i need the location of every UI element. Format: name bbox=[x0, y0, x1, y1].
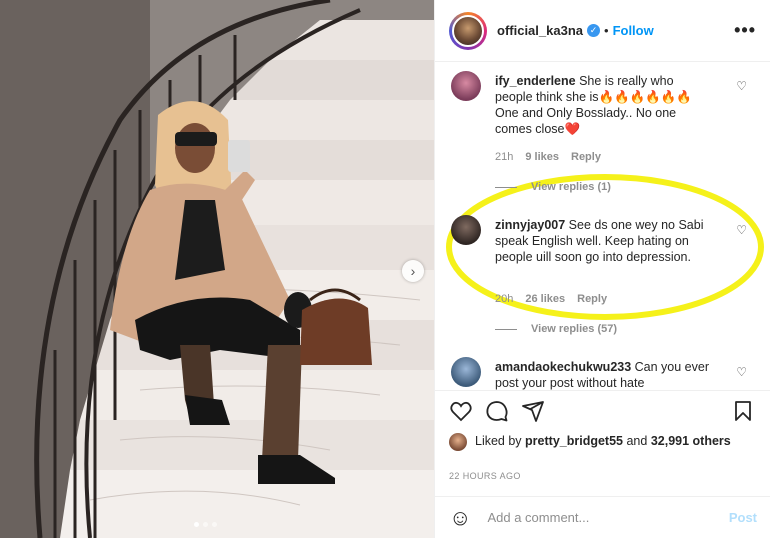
smile-icon[interactable]: ☺ bbox=[449, 505, 471, 531]
post-photo: › bbox=[0, 0, 434, 538]
author-avatar[interactable] bbox=[449, 11, 487, 50]
action-bar bbox=[435, 390, 770, 434]
add-comment-bar: ☺ Post bbox=[435, 496, 770, 538]
comment-item: ify_enderlene She is really who people t… bbox=[451, 71, 751, 201]
comment-likes[interactable]: 26 likes bbox=[525, 293, 565, 305]
liked-by-user[interactable]: pretty_bridget55 bbox=[525, 434, 623, 448]
comment-icon[interactable] bbox=[485, 399, 509, 423]
liked-and: and bbox=[626, 434, 648, 448]
liked-by-prefix: Liked by bbox=[475, 434, 522, 448]
carousel-dot bbox=[212, 522, 217, 527]
heart-icon[interactable]: ♡ bbox=[736, 365, 747, 379]
carousel-dot bbox=[203, 522, 208, 527]
author-username[interactable]: official_ka3na bbox=[497, 23, 583, 38]
verified-icon: ✓ bbox=[587, 24, 600, 37]
liker-avatar[interactable] bbox=[449, 433, 467, 451]
header-separator: • bbox=[604, 23, 609, 38]
bookmark-icon[interactable] bbox=[731, 399, 755, 423]
follow-button[interactable]: Follow bbox=[613, 23, 654, 38]
heart-icon[interactable]: ♡ bbox=[736, 223, 747, 237]
post-timestamp[interactable]: 22 HOURS AGO bbox=[449, 471, 521, 481]
view-replies-button[interactable]: View replies (57) bbox=[495, 323, 617, 335]
photo-illustration bbox=[0, 0, 434, 538]
carousel-dots bbox=[194, 522, 217, 527]
comment-input[interactable] bbox=[487, 510, 688, 525]
reply-button[interactable]: Reply bbox=[571, 151, 601, 163]
carousel-dot bbox=[194, 522, 199, 527]
comment-meta: 20h 26 likes Reply bbox=[495, 293, 607, 305]
comment-item: zinnyjay007 See ds one wey no Sabi speak… bbox=[451, 215, 751, 345]
carousel-next-button[interactable]: › bbox=[402, 260, 424, 282]
heart-icon[interactable]: ♡ bbox=[736, 79, 747, 93]
comment-username[interactable]: amandaokechukwu233 bbox=[495, 360, 631, 374]
comment-avatar[interactable] bbox=[451, 71, 481, 101]
post-comment-button[interactable]: Post bbox=[729, 510, 757, 525]
comment-username[interactable]: ify_enderlene bbox=[495, 74, 576, 88]
comment-avatar[interactable] bbox=[451, 215, 481, 245]
comment-item: amandaokechukwu233 Can you ever post you… bbox=[451, 357, 751, 390]
heart-icon[interactable] bbox=[449, 399, 473, 423]
comment-time[interactable]: 20h bbox=[495, 293, 513, 305]
liked-others-count[interactable]: 32,991 others bbox=[651, 434, 731, 448]
more-icon[interactable]: ••• bbox=[734, 20, 756, 41]
post-header: official_ka3na ✓ • Follow ••• bbox=[435, 0, 770, 62]
comments-list[interactable]: ify_enderlene She is really who people t… bbox=[435, 63, 770, 390]
view-replies-button[interactable]: View replies (1) bbox=[495, 181, 611, 193]
share-icon[interactable] bbox=[521, 399, 545, 423]
comment-username[interactable]: zinnyjay007 bbox=[495, 218, 565, 232]
comment-meta: 21h 9 likes Reply bbox=[495, 151, 601, 163]
post-sidebar: official_ka3na ✓ • Follow ••• ify_enderl… bbox=[434, 0, 770, 538]
reply-button[interactable]: Reply bbox=[577, 293, 607, 305]
comment-avatar[interactable] bbox=[451, 357, 481, 387]
comment-time[interactable]: 21h bbox=[495, 151, 513, 163]
comment-likes[interactable]: 9 likes bbox=[525, 151, 559, 163]
